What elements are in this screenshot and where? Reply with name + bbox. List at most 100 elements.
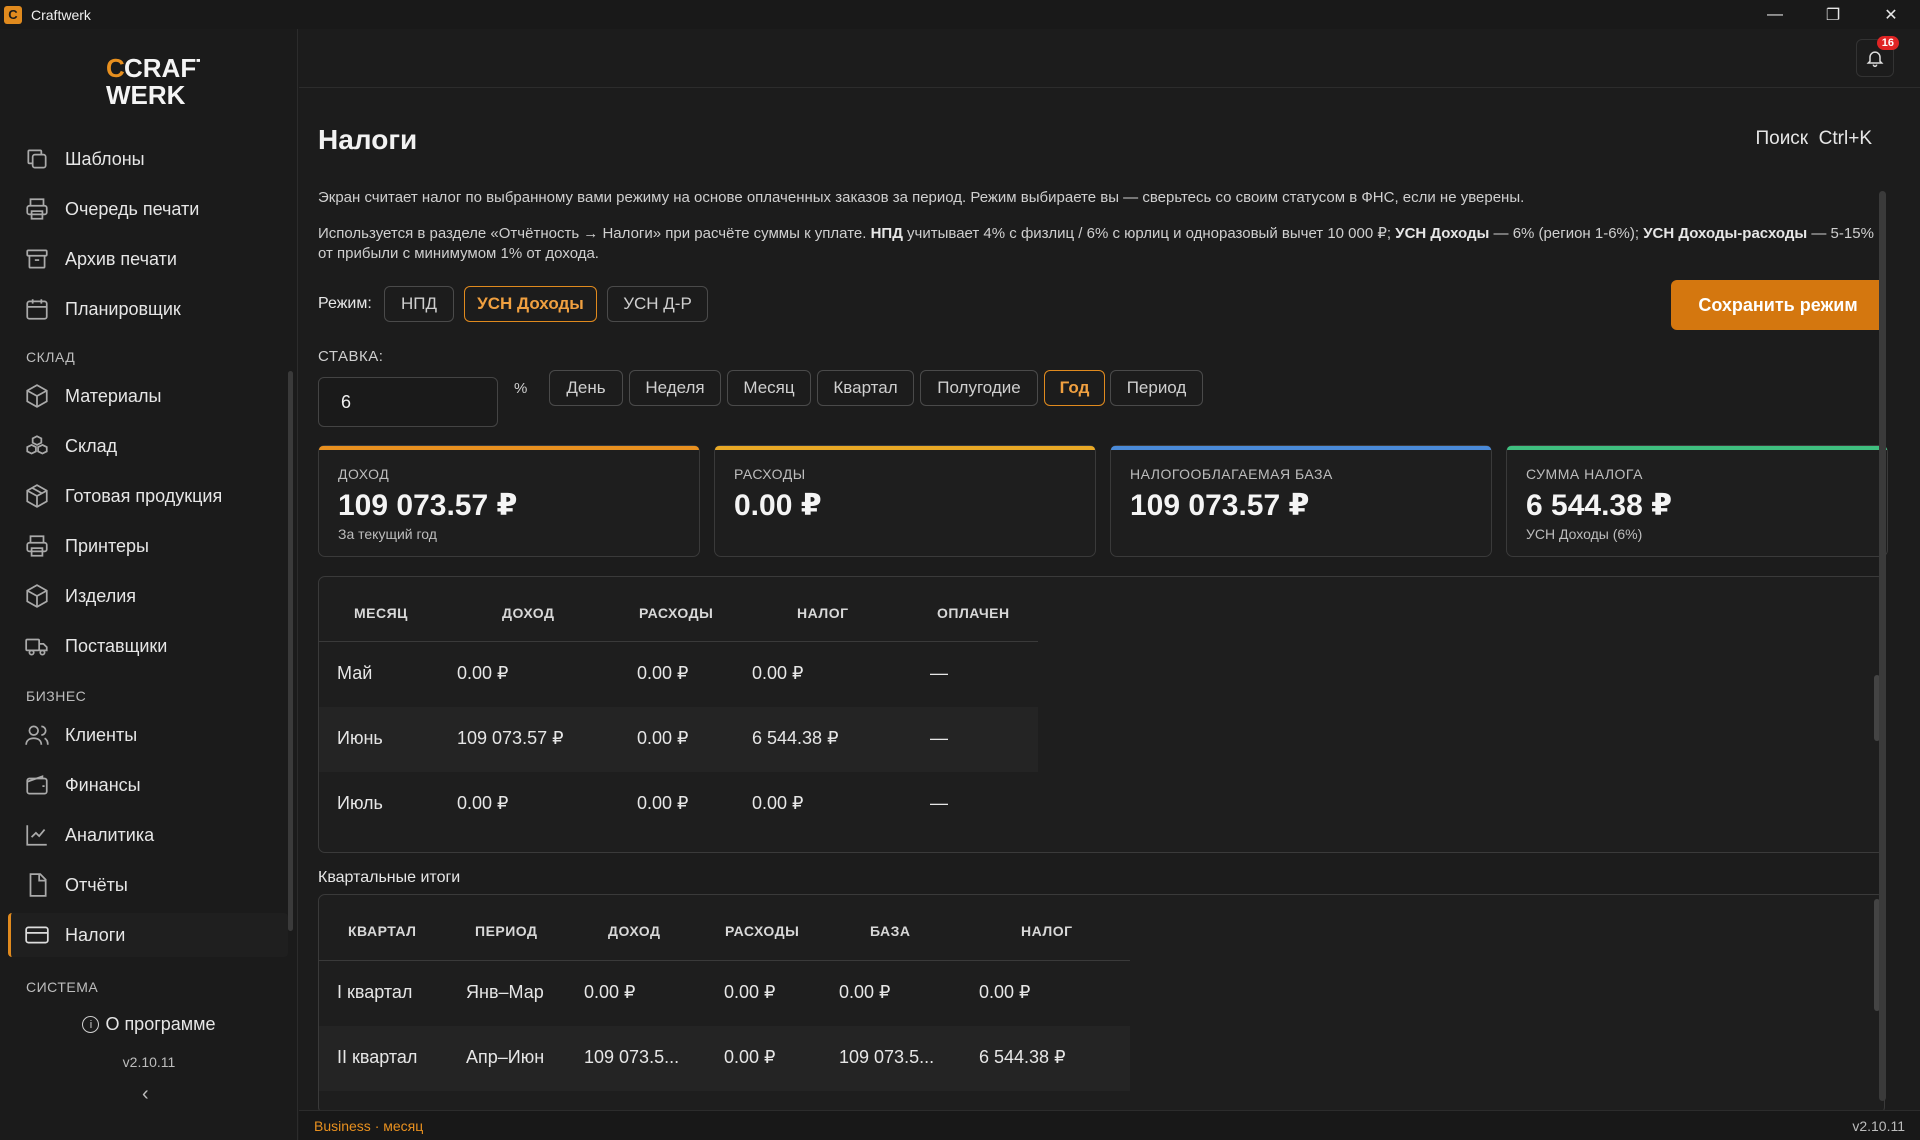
cell-paid: — bbox=[930, 663, 948, 683]
cell-income: 109 073.5... bbox=[584, 1047, 680, 1067]
table-row[interactable]: I квартал Янв–Мар 0.00 ₽ 0.00 ₽ 0.00 ₽ 0… bbox=[319, 961, 1130, 1026]
period-quarter-button[interactable]: Квартал bbox=[817, 370, 914, 406]
cube-icon bbox=[26, 584, 48, 608]
table-row[interactable]: II квартал Апр–Июн 109 073.5... 0.00 ₽ 1… bbox=[319, 1026, 1130, 1091]
sidebar-item-reports[interactable]: Отчёты bbox=[8, 863, 288, 907]
cell-income: 0.00 ₽ bbox=[457, 793, 509, 813]
section-system: СИСТЕМА bbox=[26, 979, 99, 995]
window-title: Craftwerk bbox=[31, 6, 91, 23]
plan-status: Business · месяц bbox=[314, 1118, 424, 1134]
cell-expenses: 0.00 ₽ bbox=[724, 1047, 776, 1067]
main-scrollbar[interactable] bbox=[1879, 191, 1886, 1101]
sidebar-item-label: Склад bbox=[65, 435, 118, 456]
period-week-button[interactable]: Неделя bbox=[629, 370, 721, 406]
svg-text:WERK: WERK bbox=[106, 80, 186, 108]
sidebar: C CRAFT WERK Шаблоны Очередь печати Архи… bbox=[0, 29, 298, 1140]
sidebar-item-taxes[interactable]: Налоги bbox=[8, 913, 288, 957]
sidebar-item-analytics[interactable]: Аналитика bbox=[8, 813, 288, 857]
sidebar-item-scheduler[interactable]: Планировщик bbox=[8, 287, 288, 331]
quarterly-table: КВАРТАЛ ПЕРИОД ДОХОД РАСХОДЫ БАЗА НАЛОГ … bbox=[318, 894, 1885, 1114]
mode-usn-income-button[interactable]: УСН Доходы bbox=[464, 286, 597, 322]
column-header[interactable]: ПЕРИОД bbox=[475, 923, 537, 939]
boxes-icon bbox=[26, 435, 48, 455]
cell-income: 0.00 ₽ bbox=[584, 982, 636, 1002]
card-accent bbox=[1111, 446, 1491, 450]
notifications-button[interactable]: 16 bbox=[1856, 36, 1899, 77]
taxable-base-card: НАЛОГООБЛАГАЕМАЯ БАЗА 109 073.57 ₽ bbox=[1110, 445, 1492, 557]
sidebar-item-materials[interactable]: Материалы bbox=[8, 374, 288, 418]
cell-expenses: 0.00 ₽ bbox=[637, 663, 689, 683]
table-row[interactable]: Май 0.00 ₽ 0.00 ₽ 0.00 ₽ — bbox=[319, 642, 1038, 707]
main-content: Налоги Поиск Ctrl+K Экран считает налог … bbox=[299, 88, 1920, 1114]
collapse-sidebar-icon[interactable]: ‹ bbox=[142, 1083, 149, 1106]
card-value: 109 073.57 ₽ bbox=[338, 489, 518, 522]
cell-expenses: 0.00 ₽ bbox=[724, 982, 776, 1002]
cell-tax: 6 544.38 ₽ bbox=[752, 728, 839, 748]
column-header[interactable]: БАЗА bbox=[870, 923, 911, 939]
cell-month: Май bbox=[337, 663, 373, 683]
column-header[interactable]: КВАРТАЛ bbox=[348, 923, 417, 939]
rate-label: СТАВКА: bbox=[318, 348, 384, 365]
card-accent bbox=[1507, 446, 1887, 450]
period-day-button[interactable]: День bbox=[549, 370, 623, 406]
wallet-icon bbox=[26, 775, 48, 795]
sidebar-item-print-archive[interactable]: Архив печати bbox=[8, 237, 288, 281]
cell-expenses: 0.00 ₽ bbox=[637, 728, 689, 748]
save-mode-button[interactable]: Сохранить режим bbox=[1671, 280, 1885, 330]
sidebar-item-finance[interactable]: Финансы bbox=[8, 763, 288, 807]
about-label: О программе bbox=[105, 1014, 216, 1034]
column-header[interactable]: НАЛОГ bbox=[1021, 923, 1073, 939]
cell-paid: — bbox=[930, 728, 948, 748]
period-month-button[interactable]: Месяц bbox=[727, 370, 811, 406]
page-title: Налоги bbox=[318, 124, 418, 155]
close-button[interactable]: ✕ bbox=[1862, 0, 1920, 29]
mode-npd-button[interactable]: НПД bbox=[384, 286, 454, 322]
sidebar-item-label: Отчёты bbox=[65, 874, 128, 895]
sidebar-item-label: Клиенты bbox=[65, 724, 138, 745]
status-bar: Business · месяц v2.10.11 bbox=[299, 1110, 1920, 1140]
cell-tax: 0.00 ₽ bbox=[979, 982, 1031, 1002]
sidebar-item-clients[interactable]: Клиенты bbox=[8, 713, 288, 757]
sidebar-item-label: Финансы bbox=[65, 774, 141, 795]
column-header[interactable]: МЕСЯЦ bbox=[354, 605, 408, 621]
sidebar-item-finished-products[interactable]: Готовая продукция bbox=[8, 474, 288, 518]
column-header[interactable]: ДОХОД bbox=[502, 605, 554, 621]
cell-quarter: II квартал bbox=[337, 1047, 418, 1067]
svg-text:CRAFT: CRAFT bbox=[124, 53, 200, 83]
section-warehouse: СКЛАД bbox=[26, 349, 76, 365]
search-shortcut[interactable]: Поиск Ctrl+K bbox=[1755, 128, 1872, 150]
sidebar-item-templates[interactable]: Шаблоны bbox=[8, 137, 288, 181]
document-icon bbox=[29, 873, 47, 897]
table-row[interactable]: Июль 0.00 ₽ 0.00 ₽ 0.00 ₽ — bbox=[319, 772, 1038, 837]
cell-quarter: I квартал bbox=[337, 982, 413, 1002]
cell-tax: 0.00 ₽ bbox=[752, 793, 804, 813]
card-subtitle: За текущий год bbox=[338, 526, 437, 542]
sidebar-item-print-queue[interactable]: Очередь печати bbox=[8, 187, 288, 231]
card-label: РАСХОДЫ bbox=[734, 466, 806, 482]
period-custom-button[interactable]: Период bbox=[1110, 370, 1203, 406]
sidebar-item-products[interactable]: Изделия bbox=[8, 574, 288, 618]
notifications-badge: 16 bbox=[1876, 36, 1899, 50]
box-icon bbox=[26, 384, 48, 408]
mode-usn-ie-button[interactable]: УСН Д-Р bbox=[607, 286, 708, 322]
column-header[interactable]: РАСХОДЫ bbox=[725, 923, 799, 939]
period-halfyear-button[interactable]: Полугодие bbox=[920, 370, 1038, 406]
sidebar-scrollbar[interactable] bbox=[288, 371, 293, 931]
column-header[interactable]: ДОХОД bbox=[608, 923, 660, 939]
sidebar-item-printers[interactable]: Принтеры bbox=[8, 524, 288, 568]
minimize-button[interactable]: — bbox=[1746, 0, 1804, 29]
column-header[interactable]: ОПЛАЧЕН bbox=[937, 605, 1010, 621]
app-icon: C bbox=[4, 5, 22, 24]
rate-input[interactable] bbox=[318, 377, 498, 427]
column-header[interactable]: РАСХОДЫ bbox=[639, 605, 713, 621]
table-row[interactable]: Июнь 109 073.57 ₽ 0.00 ₽ 6 544.38 ₽ — bbox=[319, 707, 1038, 772]
about-link[interactable]: i О программе bbox=[0, 1014, 298, 1035]
monthly-table: МЕСЯЦ ДОХОД РАСХОДЫ НАЛОГ ОПЛАЧЕН Май 0.… bbox=[318, 576, 1885, 853]
column-header[interactable]: НАЛОГ bbox=[797, 605, 849, 621]
description-details: Используется в разделе «Отчётность → Нал… bbox=[318, 225, 1874, 262]
sidebar-item-suppliers[interactable]: Поставщики bbox=[8, 624, 288, 668]
period-year-button[interactable]: Год bbox=[1044, 370, 1105, 406]
sidebar-item-warehouse[interactable]: Склад bbox=[8, 424, 288, 468]
restore-button[interactable]: ❐ bbox=[1804, 0, 1862, 29]
cell-expenses: 0.00 ₽ bbox=[637, 793, 689, 813]
